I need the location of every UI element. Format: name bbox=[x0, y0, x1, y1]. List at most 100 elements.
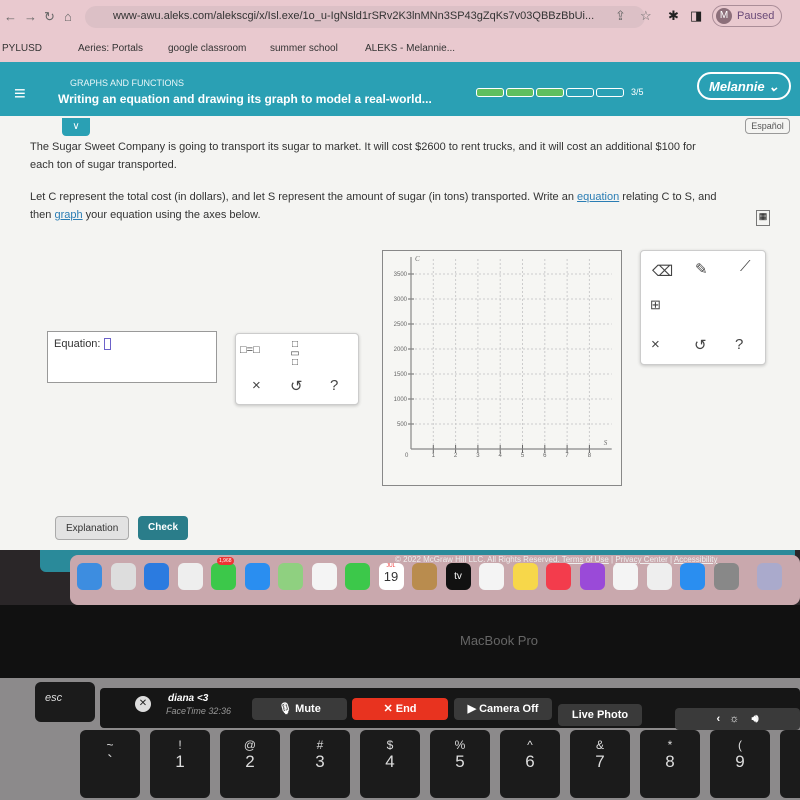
calendar-day: 19 bbox=[383, 569, 399, 584]
photos-icon[interactable] bbox=[311, 563, 337, 590]
esc-key[interactable]: esc bbox=[35, 682, 95, 722]
chevron-left-icon[interactable]: ‹ bbox=[716, 713, 720, 725]
mute-button[interactable]: 🎙︎ Mute bbox=[252, 698, 347, 720]
star-icon[interactable]: ☆ bbox=[640, 8, 652, 24]
chrome-icon[interactable] bbox=[177, 563, 203, 590]
reload-icon[interactable]: ↻ bbox=[44, 9, 55, 25]
home-icon[interactable]: ⌂ bbox=[64, 9, 72, 24]
brightness-icon[interactable]: ☼ bbox=[729, 713, 739, 725]
system-preferences-icon[interactable] bbox=[713, 563, 739, 590]
share-icon[interactable]: ⇪ bbox=[615, 8, 626, 24]
collapse-chevron-icon[interactable]: ∨ bbox=[62, 118, 90, 136]
appletv-icon[interactable]: tv bbox=[445, 563, 471, 590]
extensions-icon[interactable]: ✱ bbox=[668, 8, 679, 24]
address-bar[interactable]: www-awu.aleks.com/alekscgi/x/Isl.exe/1o_… bbox=[85, 6, 645, 28]
fraction-button[interactable]: □ ▭ □ bbox=[290, 340, 300, 368]
bookmark-aleks[interactable]: ALEKS - Melannie... bbox=[365, 43, 455, 54]
reminders-icon[interactable] bbox=[479, 563, 504, 590]
graph-undo-button[interactable]: ↺ bbox=[694, 336, 707, 354]
clear-button[interactable]: × bbox=[252, 377, 261, 394]
calendar-icon[interactable]: JUL 19 bbox=[378, 563, 404, 590]
launchpad-icon[interactable] bbox=[110, 563, 136, 590]
equation-input[interactable]: Equation: bbox=[47, 331, 217, 383]
key-4[interactable]: $4 bbox=[360, 730, 420, 798]
key-`[interactable]: ~ ` bbox=[80, 730, 140, 798]
music-icon[interactable] bbox=[546, 563, 571, 590]
key-shift-label: ) bbox=[780, 738, 800, 752]
finder-icon[interactable] bbox=[77, 563, 102, 590]
equation-link[interactable]: equation bbox=[577, 191, 619, 203]
graph-help-button[interactable]: ? bbox=[735, 336, 743, 353]
user-menu-button[interactable]: Melannie ⌄ bbox=[697, 72, 791, 100]
close-call-icon[interactable]: ✕ bbox=[135, 696, 151, 712]
sidepanel-icon[interactable]: ◨ bbox=[690, 8, 702, 24]
key-shift-label: # bbox=[316, 738, 324, 752]
safari-icon[interactable] bbox=[144, 563, 169, 590]
key-7[interactable]: & 7 bbox=[570, 730, 630, 798]
y-axis-label: C bbox=[415, 255, 420, 263]
laptop-brand: MacBook Pro bbox=[460, 633, 539, 648]
problem-text: The Sugar Sweet Company is going to tran… bbox=[30, 141, 696, 171]
bookmark-summer-school[interactable]: summer school bbox=[270, 43, 338, 54]
equals-template-button[interactable]: □=□ bbox=[240, 344, 260, 356]
menu-icon[interactable]: ≡ bbox=[14, 83, 26, 106]
live-photo-button[interactable]: Live Photo bbox=[558, 704, 642, 726]
aleks-header bbox=[0, 62, 800, 116]
news-icon[interactable] bbox=[613, 563, 638, 590]
instructions-part: Let C represent the total cost (in dolla… bbox=[30, 191, 578, 203]
key-0[interactable]: )0 bbox=[780, 730, 800, 798]
appstore-icon[interactable] bbox=[680, 563, 705, 590]
key-3[interactable]: #3 bbox=[290, 730, 350, 798]
end-call-button[interactable]: ✕ End bbox=[352, 698, 448, 720]
calculator-icon[interactable]: ▦ bbox=[756, 210, 770, 226]
undo-button[interactable]: ↺ bbox=[290, 377, 303, 395]
x-tick-label: 2 bbox=[454, 453, 458, 459]
eraser-icon[interactable]: ⌫ bbox=[652, 262, 673, 280]
key-label: 6 bbox=[525, 752, 535, 771]
espanol-button[interactable]: Español bbox=[745, 118, 790, 134]
mail-icon[interactable] bbox=[244, 563, 270, 590]
bookmark-google-classroom[interactable]: google classroom bbox=[168, 43, 246, 54]
key-9[interactable]: (9 bbox=[710, 730, 770, 798]
volume-icon[interactable]: 🔊︎ bbox=[752, 713, 759, 725]
line-tool-icon[interactable]: ⟋ bbox=[740, 258, 751, 275]
tv-label: tv bbox=[454, 571, 462, 582]
bookmark-aeries[interactable]: Aeries: Portals bbox=[78, 43, 143, 54]
key-label: 4 bbox=[385, 752, 395, 771]
key-1[interactable]: ! 1 bbox=[150, 730, 210, 798]
key-shift-label: % bbox=[454, 738, 466, 752]
explanation-button[interactable]: Explanation bbox=[55, 516, 130, 540]
downloads-icon[interactable] bbox=[757, 563, 782, 590]
progress-label: 3/5 bbox=[631, 87, 644, 97]
keynote-icon[interactable] bbox=[646, 563, 672, 590]
key-label: 8 bbox=[665, 752, 675, 771]
key-8[interactable]: * 8 bbox=[640, 730, 700, 798]
point-grid-icon[interactable]: ⊞ bbox=[650, 297, 661, 313]
contacts-icon[interactable] bbox=[412, 563, 437, 590]
notes-icon[interactable] bbox=[512, 563, 538, 590]
camera-off-icon: ▶︎ bbox=[467, 703, 477, 715]
key-6[interactable]: ^ 6 bbox=[500, 730, 560, 798]
maps-icon[interactable] bbox=[278, 563, 303, 590]
graph-link[interactable]: graph bbox=[54, 209, 82, 221]
facetime-icon[interactable] bbox=[345, 563, 370, 590]
camera-off-button[interactable]: ▶︎ Camera Off bbox=[454, 698, 552, 720]
messages-icon[interactable]: 1,968 bbox=[211, 557, 236, 590]
mic-off-icon: 🎙︎ bbox=[278, 703, 293, 715]
graph-area[interactable]: 1 2 3 4 5 6 7 8 500 1000 1500 2000 2500 3000 3500 C S 0 bbox=[382, 250, 622, 486]
x-tick-label: 1 bbox=[432, 453, 436, 459]
key-2[interactable]: @2 bbox=[220, 730, 280, 798]
key-shift-label: ^ bbox=[527, 738, 533, 752]
back-icon[interactable]: ← bbox=[4, 9, 17, 24]
podcasts-icon[interactable] bbox=[579, 563, 605, 590]
bookmark-pylusd[interactable]: PYLUSD bbox=[2, 43, 42, 54]
check-button[interactable]: Check bbox=[138, 516, 189, 540]
help-button[interactable]: ? bbox=[330, 377, 338, 394]
messages-badge: 1,968 bbox=[217, 557, 234, 565]
key-5[interactable]: % 5 bbox=[430, 730, 490, 798]
forward-icon[interactable]: → bbox=[24, 9, 37, 24]
pencil-icon[interactable]: ✎ bbox=[695, 260, 708, 278]
graph-clear-button[interactable]: × bbox=[651, 336, 660, 353]
graph-axes[interactable]: 1 2 3 4 5 6 7 8 500 1000 1500 2000 2500 3000 3500 C S 0 bbox=[383, 251, 623, 487]
x-tick-label: 5 bbox=[521, 453, 525, 459]
